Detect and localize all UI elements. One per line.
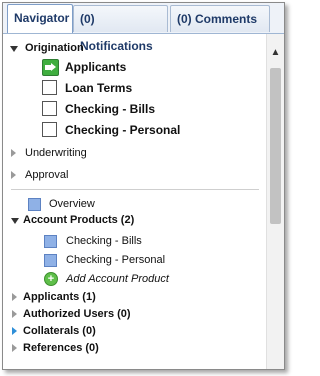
expand-triangle-icon[interactable]	[12, 327, 17, 335]
tree-item-account-checking-bills[interactable]: Checking - Bills	[3, 232, 243, 250]
tree-item-applicants[interactable]: Applicants	[3, 58, 243, 76]
tree-node-label: Account Products (2)	[23, 214, 135, 226]
tree-item-label: Checking - Bills	[66, 235, 142, 247]
tree-node-label: Underwriting	[25, 147, 87, 159]
tab-comments[interactable]: (0) Comments	[170, 5, 270, 32]
checking-bills-checkbox[interactable]	[42, 101, 57, 116]
tree-node-account-products[interactable]: Account Products (2)	[3, 211, 243, 229]
tree-node-approval[interactable]: Approval	[3, 166, 243, 184]
loan-terms-checkbox[interactable]	[42, 80, 57, 95]
vertical-scrollbar[interactable]: ▲	[266, 34, 284, 369]
scroll-up-arrow-icon[interactable]: ▲	[267, 44, 284, 61]
navigator-panel: Navigator (0) Notifications (0) Comments…	[2, 2, 285, 370]
tree-node-authorized-users[interactable]: Authorized Users (0)	[3, 305, 243, 323]
tree-item-label: Checking - Bills	[65, 102, 156, 116]
tree-item-label: Checking - Personal	[66, 254, 166, 266]
checking-personal-checkbox[interactable]	[42, 122, 57, 137]
tree-item-checking-personal[interactable]: Checking - Personal	[3, 121, 243, 139]
tree-item-loan-terms[interactable]: Loan Terms	[3, 79, 243, 97]
tree-node-label: Collaterals (0)	[23, 325, 96, 337]
expand-triangle-icon[interactable]	[12, 293, 17, 301]
tab-notifications[interactable]: (0) Notifications	[73, 5, 168, 53]
tab-strip: Navigator (0) Notifications (0) Comments	[3, 3, 284, 53]
tree-item-checking-bills[interactable]: Checking - Bills	[3, 100, 243, 118]
collapse-triangle-icon[interactable]	[11, 218, 19, 224]
collapse-triangle-icon[interactable]	[10, 46, 18, 52]
page-square-icon	[44, 235, 57, 248]
tree-node-underwriting[interactable]: Underwriting	[3, 144, 243, 162]
tree-item-label: Loan Terms	[65, 81, 133, 95]
tree-node-applicants[interactable]: Applicants (1)	[3, 288, 243, 306]
add-account-product-link[interactable]: + Add Account Product	[3, 270, 243, 288]
page-square-icon	[44, 254, 57, 267]
page-square-icon	[28, 198, 41, 211]
scrollbar-thumb[interactable]	[270, 68, 281, 224]
add-plus-icon: +	[44, 272, 58, 286]
expand-triangle-icon[interactable]	[12, 344, 17, 352]
expand-triangle-icon[interactable]	[11, 171, 16, 179]
section-divider	[11, 189, 259, 190]
add-account-product-label: Add Account Product	[66, 273, 169, 285]
expand-triangle-icon[interactable]	[12, 310, 17, 318]
tab-navigator[interactable]: Navigator	[7, 4, 73, 33]
tree-node-label: Authorized Users (0)	[23, 308, 131, 320]
tree-node-references[interactable]: References (0)	[3, 339, 243, 357]
tree-node-label: Origination	[25, 42, 84, 54]
tree-node-label: References (0)	[23, 342, 99, 354]
tree-item-label: Checking - Personal	[65, 123, 181, 137]
tree-node-label: Approval	[25, 169, 69, 181]
tree-view: Origination Applicants Loan Terms Checki…	[3, 34, 266, 369]
green-arrow-icon	[42, 59, 59, 76]
tree-item-account-checking-personal[interactable]: Checking - Personal	[3, 251, 243, 269]
tree-node-collaterals[interactable]: Collaterals (0)	[3, 322, 243, 340]
tree-node-label: Applicants (1)	[23, 291, 96, 303]
tree-node-origination[interactable]: Origination	[3, 39, 243, 57]
expand-triangle-icon[interactable]	[11, 149, 16, 157]
tree-item-label: Applicants	[65, 60, 127, 74]
